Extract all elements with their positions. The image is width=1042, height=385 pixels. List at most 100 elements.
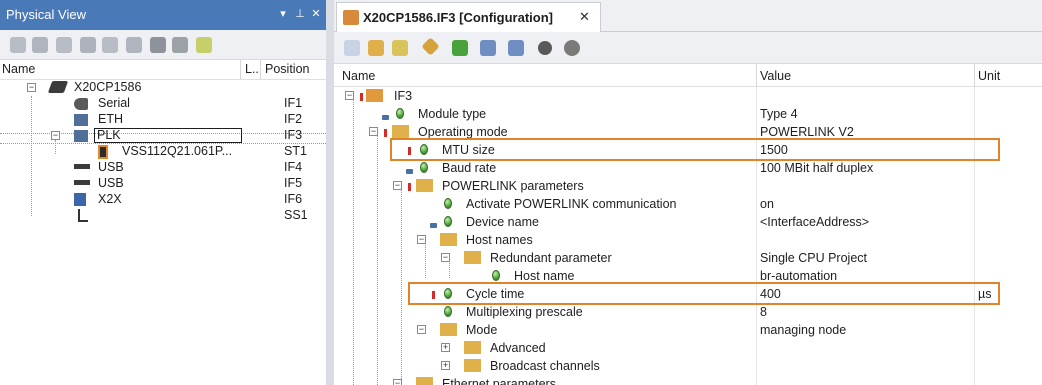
expand-icon[interactable] <box>102 37 118 53</box>
tree-item-label: USB <box>98 160 124 174</box>
physical-view-toolbar <box>0 30 326 60</box>
column-divider[interactable] <box>240 60 241 80</box>
physical-view-panel: Physical View ▾ ⊥ ✕ Name L.. Position − … <box>0 0 326 385</box>
row-value[interactable]: <InterfaceAddress> <box>760 215 869 229</box>
column-divider[interactable] <box>756 64 757 87</box>
row-value[interactable]: br-automation <box>760 269 837 283</box>
pin-icon[interactable]: ⊥ <box>293 7 307 21</box>
collapse-toggle-icon[interactable]: − <box>27 83 36 92</box>
config-row-advanced[interactable]: + Advanced <box>334 339 1042 357</box>
tree-item-label: ETH <box>98 112 123 126</box>
tree-item-label: X2X <box>98 192 122 206</box>
config-row-ethernet-parameters[interactable]: − Ethernet parameters <box>334 375 1042 385</box>
collapse-toggle-icon[interactable]: − <box>417 325 426 334</box>
collapse-toggle-icon[interactable]: − <box>441 253 450 262</box>
row-name: Host name <box>514 269 575 283</box>
collapse-toggle-icon[interactable]: − <box>369 127 378 136</box>
collapse-toggle-icon[interactable]: − <box>417 235 426 244</box>
parameter-icon <box>444 198 452 209</box>
folder-icon <box>464 359 481 372</box>
tree-item-eth[interactable]: ETH IF2 <box>0 112 326 128</box>
column-position[interactable]: Position <box>265 62 309 76</box>
expand-all-icon[interactable] <box>452 40 468 56</box>
row-value[interactable]: Type 4 <box>760 107 798 121</box>
tree-item-slot-ss1[interactable]: SS1 <box>0 208 326 224</box>
module-icon[interactable] <box>56 37 72 53</box>
folder-icon <box>416 179 433 192</box>
column-value[interactable]: Value <box>760 69 791 83</box>
config-row-activate-powerlink[interactable]: Activate POWERLINK communication on <box>334 195 1042 213</box>
tree-item-position: IF2 <box>284 112 303 126</box>
collapse-icon[interactable] <box>126 37 142 53</box>
network-icon[interactable] <box>80 37 96 53</box>
config-row-powerlink-parameters[interactable]: − POWERLINK parameters <box>334 177 1042 195</box>
collapse-toggle-icon[interactable]: − <box>51 131 60 140</box>
config-row-broadcast-channels[interactable]: + Broadcast channels <box>334 357 1042 375</box>
settings-icon[interactable] <box>172 37 188 53</box>
parameter-icon <box>396 108 404 119</box>
configuration-icon[interactable] <box>368 40 384 56</box>
column-name[interactable]: Name <box>2 62 35 76</box>
configuration-icon <box>366 89 383 102</box>
close-panel-icon[interactable]: ✕ <box>309 7 323 21</box>
properties-icon[interactable] <box>344 40 360 56</box>
config-row-module-type[interactable]: Module type Type 4 <box>334 105 1042 123</box>
tree-item-usb-if4[interactable]: USB IF4 <box>0 160 326 176</box>
warning-icon <box>408 183 411 191</box>
add-icon[interactable] <box>392 40 408 56</box>
expand-toggle-icon[interactable]: + <box>441 361 450 370</box>
row-name: IF3 <box>394 89 413 103</box>
highlight-box-mtu-size <box>390 138 1000 161</box>
tree-item-plk[interactable]: − PLK IF3 <box>0 128 326 144</box>
record-icon[interactable] <box>538 41 552 55</box>
folder-icon <box>440 323 457 336</box>
row-value[interactable]: 8 <box>760 305 767 319</box>
sort-descending-icon[interactable] <box>480 40 496 56</box>
tree-item-serial[interactable]: Serial IF1 <box>0 96 326 112</box>
config-row-host-names[interactable]: − Host names <box>334 231 1042 249</box>
column-name[interactable]: Name <box>342 69 375 83</box>
config-row-if3[interactable]: − IF3 <box>334 87 1042 105</box>
copy-icon[interactable] <box>32 37 48 53</box>
panel-splitter[interactable] <box>326 0 334 385</box>
collapse-toggle-icon[interactable]: − <box>393 379 402 385</box>
config-row-redundant-parameter[interactable]: − Redundant parameter Single CPU Project <box>334 249 1042 267</box>
row-value[interactable]: managing node <box>760 323 846 337</box>
row-name: Operating mode <box>418 125 508 139</box>
expand-toggle-icon[interactable]: + <box>441 343 450 352</box>
cpu-icon <box>47 81 69 93</box>
tree-item-usb-if5[interactable]: USB IF5 <box>0 176 326 192</box>
edit-icon[interactable] <box>196 37 212 53</box>
config-row-mode[interactable]: − Mode managing node <box>334 321 1042 339</box>
gear-icon[interactable] <box>564 40 580 56</box>
search-icon[interactable] <box>150 37 166 53</box>
config-row-baud-rate[interactable]: Baud rate 100 MBit half duplex <box>334 159 1042 177</box>
column-unit[interactable]: Unit <box>978 69 1000 83</box>
close-tab-icon[interactable]: ✕ <box>579 9 590 25</box>
tree-item-x2x[interactable]: X2X IF6 <box>0 192 326 208</box>
tab-configuration[interactable]: X20CP1586.IF3 [Configuration] ✕ <box>336 2 601 32</box>
row-value[interactable]: 100 MBit half duplex <box>760 161 873 175</box>
row-name: Baud rate <box>442 161 497 175</box>
column-divider[interactable] <box>260 60 261 80</box>
collapse-toggle-icon[interactable]: − <box>345 91 354 100</box>
tree-item-x20cp1586[interactable]: − X20CP1586 <box>0 80 326 96</box>
row-value[interactable]: POWERLINK V2 <box>760 125 854 139</box>
sort-ascending-icon[interactable] <box>508 40 524 56</box>
row-value[interactable]: Single CPU Project <box>760 251 867 265</box>
row-value[interactable]: on <box>760 197 774 211</box>
lock-icon <box>430 223 437 228</box>
diamond-icon[interactable] <box>421 37 440 56</box>
tree-item-vss112q21[interactable]: VSS112Q21.061P... ST1 <box>0 144 326 160</box>
config-row-multiplexing-prescale[interactable]: Multiplexing prescale 8 <box>334 303 1042 321</box>
lock-icon <box>382 115 389 120</box>
column-divider[interactable] <box>974 64 975 87</box>
usb-icon <box>74 164 90 169</box>
config-row-device-name[interactable]: Device name <InterfaceAddress> <box>334 213 1042 231</box>
column-l[interactable]: L.. <box>245 62 259 76</box>
row-name: Broadcast channels <box>490 359 600 373</box>
collapse-toggle-icon[interactable]: − <box>393 181 402 190</box>
properties-icon[interactable] <box>10 37 26 53</box>
dropdown-icon[interactable]: ▾ <box>276 7 290 21</box>
parameter-icon <box>444 216 452 227</box>
